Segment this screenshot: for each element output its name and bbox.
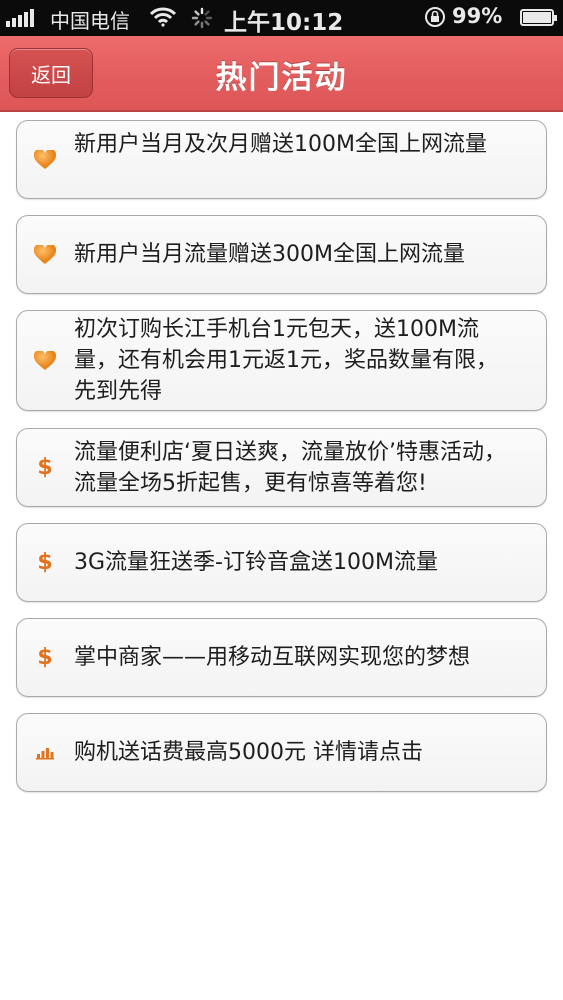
signal-strength-icon [6,9,34,27]
heart-icon [34,149,56,171]
dollar-icon: $ [37,645,53,670]
battery-percent: 99% [452,4,503,28]
list-item[interactable]: 新用户当月流量赠送300M全国上网流量 [16,215,547,294]
activity-text: 3G流量狂送季-订铃音盒送100M流量 [74,550,438,575]
list-item[interactable]: 初次订购长江手机台1元包天，送100M流量，还有机会用1元返1元，奖品数量有限，… [16,310,547,411]
list-item[interactable]: 购机送话费最高5000元 详情请点击 [16,713,547,792]
activity-text: 购机送话费最高5000元 详情请点击 [74,740,423,765]
rotation-lock-icon [425,7,445,27]
navigation-bar: 返回 热门活动 [0,36,563,112]
activity-text: 初次订购长江手机台1元包天，送100M流量，还有机会用1元返1元，奖品数量有限，… [74,317,498,404]
dollar-icon: $ [37,455,53,480]
activity-text: 流量便利店‘夏日送爽，流量放价’特惠活动，流量全场5折起售，更有惊喜等着您! [74,440,506,496]
activity-text: 新用户当月及次月赠送100M全国上网流量 [74,132,487,157]
status-bar: 中国电信 上午10:12 99% [0,0,563,36]
activity-text: 新用户当月流量赠送300M全国上网流量 [74,242,465,267]
battery-icon [520,9,557,26]
activity-text: 掌中商家——用移动互联网实现您的梦想 [74,645,471,670]
list-item[interactable]: $ 3G流量狂送季-订铃音盒送100M流量 [16,523,547,602]
list-item[interactable]: 新用户当月及次月赠送100M全国上网流量 [16,120,547,199]
list-item[interactable]: $ 掌中商家——用移动互联网实现您的梦想 [16,618,547,697]
heart-icon [34,350,56,372]
wifi-icon [150,7,176,27]
heart-icon [34,244,56,266]
loading-spinner-icon [191,7,213,29]
list-item[interactable]: $ 流量便利店‘夏日送爽，流量放价’特惠活动，流量全场5折起售，更有惊喜等着您! [16,428,547,507]
page-title: 热门活动 [215,60,348,96]
dollar-icon: $ [37,550,53,575]
bar-chart-icon [34,742,56,764]
status-time: 上午10:12 [224,10,344,36]
carrier-name: 中国电信 [50,9,130,33]
